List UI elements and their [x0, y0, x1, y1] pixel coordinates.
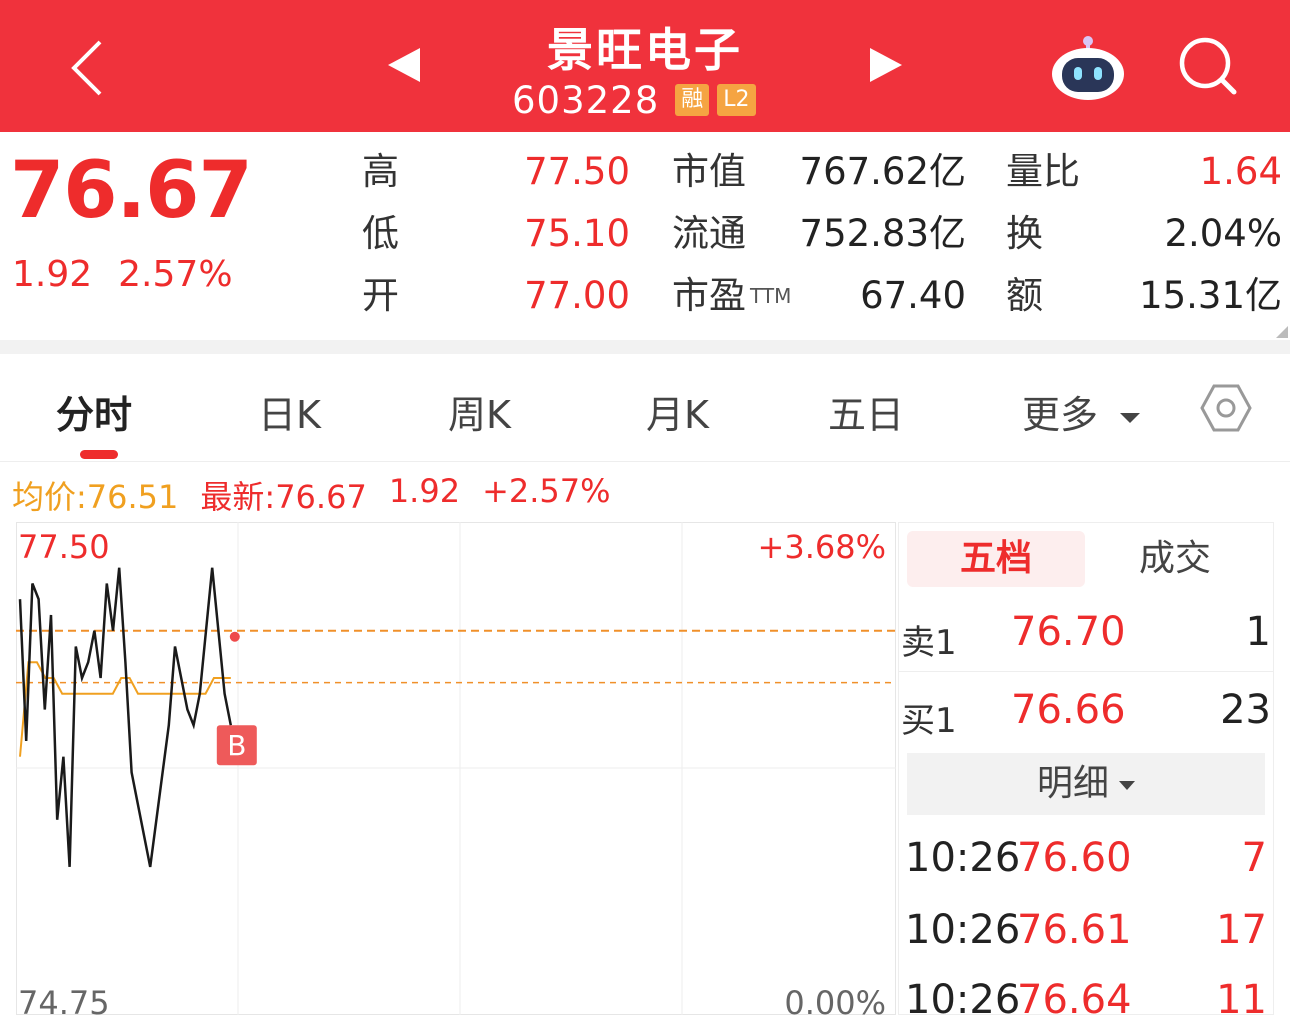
tab-five-levels[interactable]: 五档	[907, 531, 1085, 587]
y-bottom-label: 74.75	[18, 984, 110, 1015]
section-divider	[0, 340, 1290, 354]
tab-five-day[interactable]: 五日	[828, 384, 904, 439]
intraday-chart[interactable]: B 77.50 +3.68% 74.75 0.00%	[16, 522, 896, 1015]
market-cap-value: 767.62亿	[799, 150, 966, 193]
price-change: 1.92	[12, 254, 93, 295]
y-top-label: 77.50	[18, 528, 110, 566]
low-label: 低	[362, 212, 399, 255]
ask-qty: 1	[1245, 609, 1271, 655]
order-book-panel: 五档 成交 卖1 76.70 1 买1 76.66 23 明细 10:26 76…	[898, 522, 1274, 1015]
low-value: 75.10	[524, 212, 630, 255]
buy-marker-label: B	[227, 729, 246, 762]
level2-tag: L2	[717, 84, 756, 116]
open-label: 开	[362, 274, 399, 317]
tab-weekly-k[interactable]: 周K	[448, 384, 511, 439]
high-value: 77.50	[524, 150, 630, 193]
ask-price: 76.70	[1011, 609, 1126, 655]
latest-price: 最新:76.67	[200, 478, 367, 516]
amount-label: 额	[1006, 274, 1043, 317]
tab-intraday[interactable]: 分时	[56, 384, 132, 439]
amount-value: 15.31亿	[1139, 274, 1282, 317]
tab-daily-k[interactable]: 日K	[258, 384, 321, 439]
stock-code-row: 603228 融 L2	[512, 78, 756, 122]
pct-bottom-label: 0.00%	[784, 984, 886, 1015]
price-change-pct: 2.57%	[118, 254, 233, 295]
tab-more[interactable]: 更多	[1022, 384, 1141, 439]
price-line	[18, 567, 233, 868]
pe-label-text: 市盈	[672, 274, 746, 317]
search-icon[interactable]	[1176, 34, 1240, 98]
trade-time: 10:26	[905, 835, 1021, 881]
bid-price: 76.66	[1011, 687, 1126, 733]
float-cap-value: 752.83亿	[799, 212, 966, 255]
trade-price: 76.64	[1017, 977, 1132, 1015]
volume-ratio-label: 量比	[1006, 150, 1080, 193]
ask-level-1: 卖1 76.70 1	[899, 599, 1273, 669]
trade-price: 76.61	[1017, 907, 1132, 953]
trade-volume: 11	[1216, 977, 1267, 1015]
trade-row: 10:26 76.61 17	[899, 899, 1273, 959]
bid-label: 买1	[901, 701, 957, 741]
next-stock-icon[interactable]	[870, 48, 902, 82]
bid-qty: 23	[1220, 687, 1271, 733]
trade-time: 10:26	[905, 977, 1021, 1015]
trade-price: 76.60	[1017, 835, 1132, 881]
turnover-value: 2.04%	[1164, 212, 1282, 255]
trade-row: 10:26 76.64 11	[899, 969, 1273, 1015]
trade-row: 10:26 76.60 7	[899, 827, 1273, 887]
price-change-row: 1.92 2.57%	[12, 254, 233, 295]
intraday-chart-svg: B	[16, 522, 896, 1015]
open-value: 77.00	[524, 274, 630, 317]
last-price: 76.67	[10, 146, 253, 236]
trade-time: 10:26	[905, 907, 1021, 953]
turnover-label: 换	[1006, 212, 1043, 255]
ask-bid-divider	[899, 671, 1273, 672]
chart-tabs: 分时 日K 周K 月K 五日 更多	[0, 354, 1290, 462]
ask-label: 卖1	[901, 623, 957, 663]
app-header: 景旺电子 603228 融 L2	[0, 0, 1290, 132]
stock-code: 603228	[512, 78, 660, 122]
chart-info-row: 均价:76.51 最新:76.67 1.92 +2.57%	[12, 472, 611, 518]
trade-volume: 7	[1241, 835, 1267, 881]
info-change: 1.92	[388, 472, 461, 510]
high-label: 高	[362, 150, 399, 193]
detail-label: 明细	[1036, 763, 1109, 804]
tab-more-label: 更多	[1022, 393, 1099, 437]
caret-down-icon	[1119, 780, 1135, 790]
detail-button[interactable]: 明细	[907, 753, 1265, 815]
hexagon-settings-icon[interactable]	[1200, 382, 1252, 434]
volume-ratio-value: 1.64	[1199, 150, 1282, 193]
pe-label: 市盈 TTM	[672, 274, 791, 318]
buy-marker-dot	[229, 631, 240, 642]
float-cap-label: 流通	[672, 212, 746, 255]
active-tab-indicator	[80, 450, 118, 459]
pe-value: 67.40	[860, 274, 966, 317]
tab-monthly-k[interactable]: 月K	[646, 384, 709, 439]
expand-corner-icon[interactable]	[1276, 326, 1288, 338]
caret-down-icon	[1120, 412, 1141, 423]
tab-trades[interactable]: 成交	[1099, 531, 1251, 587]
robot-assistant-icon[interactable]	[1050, 34, 1126, 102]
market-cap-label: 市值	[672, 150, 746, 193]
trade-volume: 17	[1216, 907, 1267, 953]
bid-level-1: 买1 76.66 23	[899, 677, 1273, 747]
avg-price: 均价:76.51	[12, 478, 179, 516]
pct-top-label: +3.68%	[757, 528, 886, 566]
info-change-pct: +2.57%	[482, 472, 611, 510]
margin-tag: 融	[675, 84, 710, 116]
